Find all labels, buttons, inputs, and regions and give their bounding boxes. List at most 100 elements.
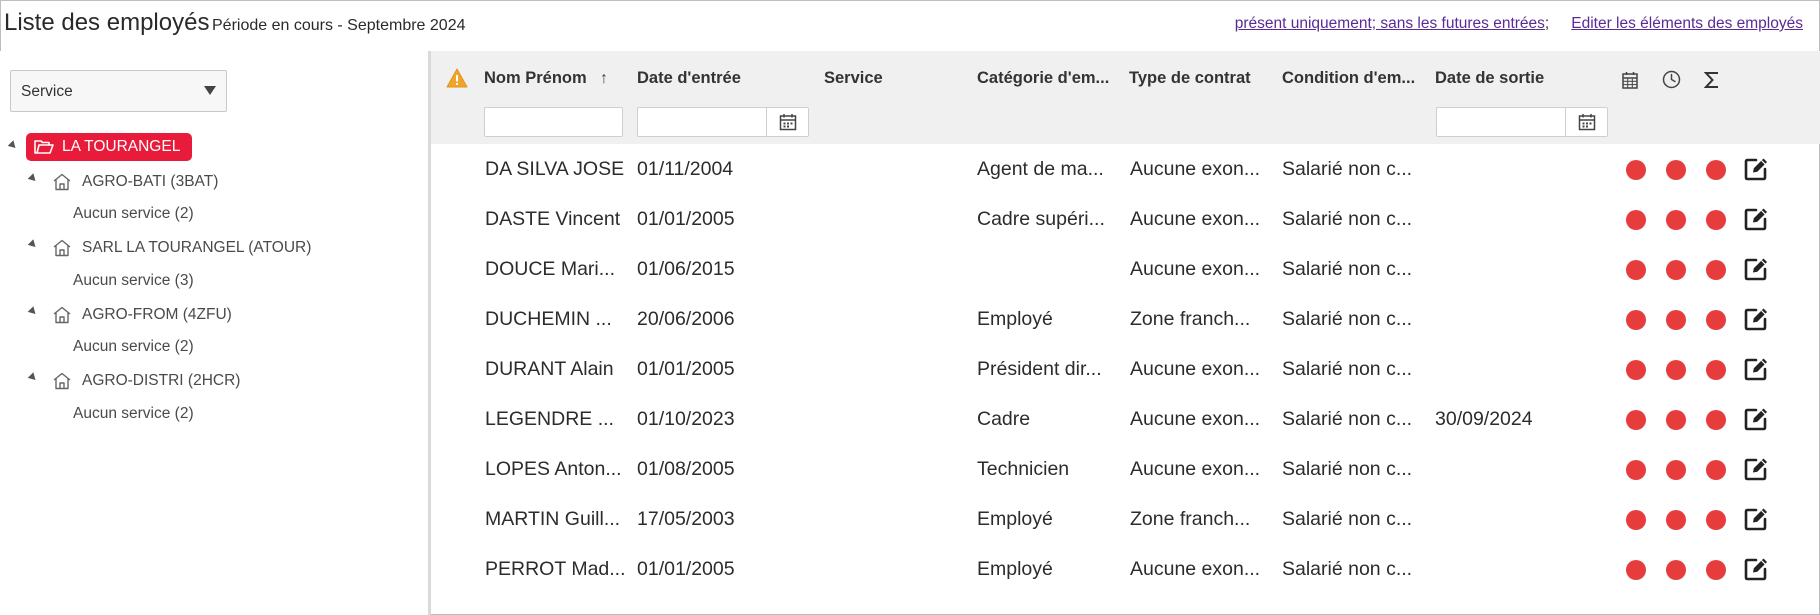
- status-clock-dot[interactable]: [1666, 210, 1686, 230]
- table-row[interactable]: LOPES Anton... 01/08/2005 Technicien Aucune…: [431, 444, 1820, 494]
- tree-company-label: AGRO-BATI (3BAT): [82, 173, 219, 190]
- cell-date-entree: 17/05/2003: [637, 508, 735, 530]
- table-row[interactable]: DURANT Alain 01/01/2005 Président dir... Au…: [431, 344, 1820, 394]
- table-row[interactable]: DOUCE Mari... 01/06/2015 Aucune exon... Sal…: [431, 244, 1820, 294]
- table-row[interactable]: PERROT Mad... 01/01/2005 Employé Aucune exo…: [431, 544, 1820, 594]
- cell-nom-prenom: LOPES Anton...: [485, 458, 622, 480]
- caret-down-icon: [204, 86, 216, 95]
- edit-icon[interactable]: [1743, 306, 1769, 332]
- tree-root-label: LA TOURANGEL: [62, 138, 181, 155]
- cell-nom-prenom: PERROT Mad...: [485, 558, 626, 580]
- cell-type-contrat: Aucune exon...: [1130, 458, 1261, 480]
- column-header-service[interactable]: Service: [824, 69, 964, 88]
- tree-company-agro-distri[interactable]: AGRO-DISTRI (2HCR): [52, 369, 240, 393]
- status-clock-dot[interactable]: [1666, 260, 1686, 280]
- grouping-select[interactable]: Service: [10, 70, 227, 112]
- cell-type-contrat: Aucune exon...: [1130, 258, 1261, 280]
- date-entree-calendar-button[interactable]: [766, 107, 809, 137]
- sort-ascending-icon[interactable]: ↑: [600, 70, 608, 88]
- status-sigma-dot[interactable]: [1706, 160, 1726, 180]
- status-calendar-dot[interactable]: [1626, 210, 1646, 230]
- column-header-categorie[interactable]: Catégorie d'em...: [977, 69, 1122, 88]
- cell-date-entree: 01/08/2005: [637, 458, 735, 480]
- status-calendar-dot[interactable]: [1626, 460, 1646, 480]
- status-calendar-dot[interactable]: [1626, 310, 1646, 330]
- cell-categorie: Employé: [977, 508, 1053, 530]
- tree-company-agro-bati[interactable]: AGRO-BATI (3BAT): [52, 170, 218, 194]
- cell-type-contrat: Zone franch...: [1130, 508, 1251, 530]
- edit-icon[interactable]: [1743, 356, 1769, 382]
- tree-company-label: SARL LA TOURANGEL (ATOUR): [82, 239, 312, 256]
- table-row[interactable]: DASTE Vincent 01/01/2005 Cadre supéri... Au…: [431, 194, 1820, 244]
- cell-type-contrat: Aucune exon...: [1130, 208, 1261, 230]
- cell-condition: Salarié non c...: [1282, 358, 1413, 380]
- status-clock-dot[interactable]: [1666, 510, 1686, 530]
- table-row[interactable]: LEGENDRE ... 01/10/2023 Cadre Aucune exon..…: [431, 394, 1820, 444]
- tree-company-agro-from[interactable]: AGRO-FROM (4ZFU): [52, 303, 232, 327]
- column-header-type-contrat[interactable]: Type de contrat: [1129, 69, 1274, 88]
- status-sigma-dot[interactable]: [1706, 410, 1726, 430]
- folder-open-icon: [34, 140, 54, 154]
- status-clock-dot[interactable]: [1666, 410, 1686, 430]
- edit-icon[interactable]: [1743, 256, 1769, 282]
- tree-company-label: AGRO-DISTRI (2HCR): [82, 372, 241, 389]
- table-row[interactable]: DUCHEMIN ... 20/06/2006 Employé Zone franch…: [431, 294, 1820, 344]
- calendar-grid-icon[interactable]: [1622, 71, 1638, 89]
- edit-icon[interactable]: [1743, 556, 1769, 582]
- status-clock-dot[interactable]: [1666, 160, 1686, 180]
- filter-date-sortie-input[interactable]: [1436, 107, 1566, 137]
- clock-icon[interactable]: [1662, 70, 1681, 89]
- column-header-date-sortie[interactable]: Date de sortie: [1435, 69, 1580, 88]
- status-calendar-dot[interactable]: [1626, 510, 1646, 530]
- tree-service-item[interactable]: Aucun service (2): [73, 205, 194, 223]
- status-sigma-dot[interactable]: [1706, 560, 1726, 580]
- status-clock-dot[interactable]: [1666, 460, 1686, 480]
- edit-icon[interactable]: [1743, 206, 1769, 232]
- status-calendar-dot[interactable]: [1626, 160, 1646, 180]
- status-sigma-dot[interactable]: [1706, 310, 1726, 330]
- status-calendar-dot[interactable]: [1626, 360, 1646, 380]
- status-sigma-dot[interactable]: [1706, 460, 1726, 480]
- cell-categorie: Cadre: [977, 408, 1031, 430]
- status-sigma-dot[interactable]: [1706, 260, 1726, 280]
- status-sigma-dot[interactable]: [1706, 210, 1726, 230]
- table-row[interactable]: DA SILVA JOSE 01/11/2004 Agent de ma... Auc…: [431, 144, 1820, 194]
- period-label: Période en cours - Septembre 2024: [212, 17, 466, 34]
- cell-nom-prenom: DOUCE Mari...: [485, 258, 616, 280]
- status-calendar-dot[interactable]: [1626, 410, 1646, 430]
- edit-icon[interactable]: [1743, 506, 1769, 532]
- status-sigma-dot[interactable]: [1706, 510, 1726, 530]
- column-header-date-entree[interactable]: Date d'entrée: [637, 69, 782, 88]
- cell-nom-prenom: DA SILVA JOSE: [485, 158, 625, 180]
- tree-service-item[interactable]: Aucun service (3): [73, 272, 194, 290]
- tree-service-item[interactable]: Aucun service (2): [73, 405, 194, 423]
- cell-date-entree: 01/01/2005: [637, 558, 735, 580]
- present-only-link[interactable]: présent uniquement; sans les futures ent…: [1235, 15, 1545, 32]
- sigma-icon[interactable]: [1704, 71, 1720, 89]
- edit-icon[interactable]: [1743, 156, 1769, 182]
- status-calendar-dot[interactable]: [1626, 260, 1646, 280]
- cell-condition: Salarié non c...: [1282, 208, 1413, 230]
- filter-date-entree-input[interactable]: [637, 107, 767, 137]
- column-header-condition[interactable]: Condition d'em...: [1282, 69, 1427, 88]
- tree-company-sarl-la-tourangel[interactable]: SARL LA TOURANGEL (ATOUR): [52, 236, 311, 260]
- status-calendar-dot[interactable]: [1626, 560, 1646, 580]
- home-icon: [53, 239, 71, 257]
- status-clock-dot[interactable]: [1666, 360, 1686, 380]
- filter-nom-prenom-input[interactable]: [484, 107, 623, 137]
- table-row[interactable]: MARTIN Guill... 17/05/2003 Employé Zone fra…: [431, 494, 1820, 544]
- home-icon: [53, 372, 71, 390]
- tree-service-item[interactable]: Aucun service (2): [73, 338, 194, 356]
- tree-company-label: AGRO-FROM (4ZFU): [82, 306, 232, 323]
- status-clock-dot[interactable]: [1666, 560, 1686, 580]
- date-sortie-calendar-button[interactable]: [1565, 107, 1608, 137]
- calendar-icon: [779, 114, 796, 131]
- cell-type-contrat: Aucune exon...: [1130, 558, 1261, 580]
- edit-icon[interactable]: [1743, 456, 1769, 482]
- status-clock-dot[interactable]: [1666, 310, 1686, 330]
- tree-root-la-tourangel[interactable]: LA TOURANGEL: [26, 133, 193, 161]
- edit-icon[interactable]: [1743, 406, 1769, 432]
- cell-categorie: Président dir...: [977, 358, 1102, 380]
- status-sigma-dot[interactable]: [1706, 360, 1726, 380]
- edit-employees-link[interactable]: Editer les éléments des employés: [1571, 15, 1803, 32]
